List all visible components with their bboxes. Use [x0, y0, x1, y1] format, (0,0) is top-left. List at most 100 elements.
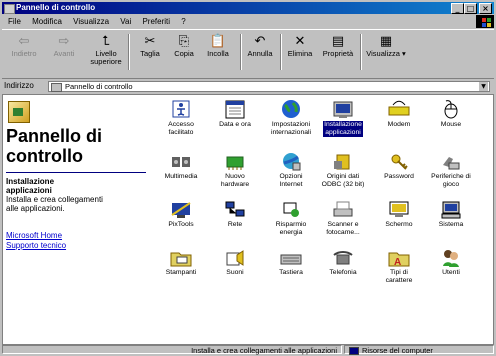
control-panel-item-label: Suoni [226, 269, 244, 276]
delete-button[interactable]: ✕ Elimina [282, 34, 318, 58]
menu-visualizza[interactable]: Visualizza [73, 17, 109, 26]
control-panel-item[interactable]: Mouse [425, 99, 477, 129]
menu-file[interactable]: File [8, 17, 21, 26]
forward-label: Avanti [53, 49, 75, 58]
status-zone: Risorse del computer [344, 345, 494, 356]
menu-vai[interactable]: Vai [120, 17, 131, 26]
address-label: Indirizzo [4, 81, 34, 90]
control-panel-item-label: Tastiera [279, 269, 303, 276]
undo-icon: ↶ [254, 34, 266, 49]
menu-help[interactable]: ? [181, 17, 185, 26]
control-panel-item[interactable]: Installazione applicazioni [317, 99, 369, 137]
address-value: Pannello di controllo [65, 82, 133, 91]
title-bar[interactable]: Pannello di controllo _ □ × [2, 2, 494, 14]
sounds-icon [223, 247, 247, 267]
minimize-button[interactable]: _ [451, 3, 464, 14]
svg-text:A: A [394, 257, 401, 267]
control-panel-item-label: Modem [387, 121, 411, 128]
control-panel-item[interactable]: Origini dati ODBC (32 bit) [317, 151, 369, 189]
address-field[interactable]: Pannello di controllo ▼ [48, 81, 490, 92]
control-panel-item[interactable]: Utenti [425, 247, 477, 277]
folder-content: Pannello di controllo Installazione appl… [2, 94, 494, 345]
modem-icon [387, 99, 411, 119]
toolbar: ⇦ Indietro ⇨ Avanti ⮤ Livello superiore … [2, 29, 494, 79]
address-dropdown-button[interactable]: ▼ [478, 82, 488, 91]
scissors-icon: ✂ [144, 34, 156, 49]
control-panel-item-label: Multimedia [164, 173, 198, 180]
support-link[interactable]: Supporto tecnico [6, 241, 156, 251]
control-panel-item-label: Opzioni Internet [279, 173, 303, 188]
control-panel-item[interactable]: Periferiche di gioco [425, 151, 477, 189]
menu-preferiti[interactable]: Preferiti [142, 17, 170, 26]
control-panel-item-label: Origini dati ODBC (32 bit) [321, 173, 365, 188]
forward-arrow-icon: ⇨ [58, 34, 70, 49]
control-panel-item[interactable]: Telefonia [317, 247, 369, 277]
microsoft-home-link[interactable]: Microsoft Home [6, 231, 156, 241]
add-hardware-icon [223, 151, 247, 171]
up-level-button[interactable]: ⮤ Livello superiore [88, 34, 124, 66]
undo-label: Annulla [247, 49, 273, 58]
control-panel-item[interactable]: Data e ora [209, 99, 261, 129]
control-panel-item[interactable]: Tastiera [265, 247, 317, 277]
back-button[interactable]: ⇦ Indietro [6, 34, 42, 58]
control-panel-item[interactable]: Accesso facilitato [155, 99, 207, 137]
control-panel-item[interactable]: Sistema [425, 199, 477, 229]
maximize-button[interactable]: □ [464, 3, 477, 14]
control-panel-item-label: Scanner e fotocame... [326, 221, 360, 236]
multimedia-icon [169, 151, 193, 171]
paste-label: Incolla [207, 49, 229, 58]
menu-bar: File Modifica Visualizza Vai Preferiti ? [2, 16, 494, 28]
system-icon [439, 199, 463, 219]
globe-icon [279, 99, 303, 119]
status-message: Installa e crea collegamenti alle applic… [2, 345, 342, 355]
game-controller-icon [439, 151, 463, 171]
control-panel-item[interactable]: Opzioni Internet [265, 151, 317, 189]
control-panel-item[interactable]: Risparmio energia [265, 199, 317, 237]
panel-separator [6, 172, 146, 173]
copy-button[interactable]: ⎘ Copia [166, 34, 202, 58]
odbc-icon [331, 151, 355, 171]
control-panel-item-label: Utenti [442, 269, 460, 276]
selected-item-title: Installazione applicazioni [6, 177, 55, 195]
control-panel-item[interactable]: Stampanti [155, 247, 207, 277]
scanner-icon [331, 199, 355, 219]
control-panel-item[interactable]: Rete [209, 199, 261, 229]
properties-button[interactable]: ▤ Proprietà [320, 34, 356, 58]
copy-icon: ⎘ [178, 34, 190, 49]
status-bar: Installa e crea collegamenti alle applic… [2, 345, 494, 356]
keyboard-icon [279, 247, 303, 267]
control-panel-item[interactable]: Schermo [373, 199, 425, 229]
control-panel-item[interactable]: Scanner e fotocame... [317, 199, 369, 237]
web-view-panel: Pannello di controllo Installazione appl… [6, 101, 156, 251]
properties-label: Proprietà [322, 49, 354, 58]
cut-button[interactable]: ✂ Taglia [132, 34, 168, 58]
forward-button[interactable]: ⇨ Avanti [46, 34, 82, 58]
paste-button[interactable]: 📋 Incolla [200, 34, 236, 58]
control-panel-item-label: Schermo [385, 221, 413, 228]
paste-icon: 📋 [209, 34, 227, 49]
control-panel-item[interactable]: Modem [373, 99, 425, 129]
control-panel-item[interactable]: PixTools [155, 199, 207, 229]
display-icon [387, 199, 411, 219]
close-button[interactable]: × [479, 3, 492, 14]
control-panel-item-label: Password [384, 173, 414, 180]
control-panel-item-label: Impostazioni internazionali [270, 121, 312, 136]
control-panel-item[interactable]: Password [373, 151, 425, 181]
control-panel-title-icon [4, 4, 15, 14]
control-panel-item[interactable]: A Tipi di carattere [373, 247, 425, 285]
control-panel-item[interactable]: Impostazioni internazionali [265, 99, 317, 137]
control-panel-item-label: Periferiche di gioco [431, 173, 471, 188]
control-panel-item-label: Rete [227, 221, 243, 228]
control-panel-item-label: Data e ora [219, 121, 251, 128]
control-panel-item-label: PixTools [168, 221, 194, 228]
control-panel-item[interactable]: Suoni [209, 247, 261, 277]
control-panel-large-icon [8, 101, 30, 123]
menu-modifica[interactable]: Modifica [32, 17, 62, 26]
views-button[interactable]: ▦ Visualizza ▾ [362, 34, 410, 58]
control-panel-item[interactable]: Multimedia [155, 151, 207, 181]
undo-button[interactable]: ↶ Annulla [242, 34, 278, 58]
control-panel-item[interactable]: Nuovo hardware [209, 151, 261, 189]
panel-title: Pannello di controllo [6, 126, 103, 166]
cut-label: Taglia [140, 49, 160, 58]
control-panel-item-label: Stampanti [165, 269, 197, 276]
